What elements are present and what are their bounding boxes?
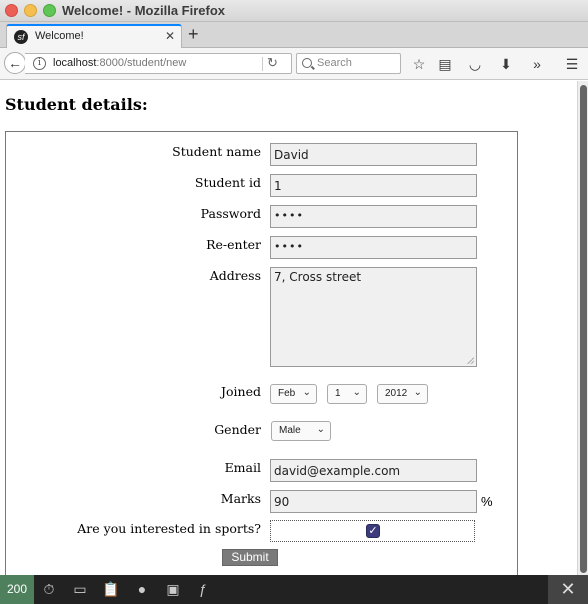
reading-list-icon[interactable]: ▤ xyxy=(436,55,454,73)
address-value: 7, Cross street xyxy=(274,270,362,284)
window-title: Welcome! - Mozilla Firefox xyxy=(62,3,226,18)
search-input[interactable]: Search xyxy=(296,53,401,74)
page-scrollbar[interactable] xyxy=(577,81,588,575)
resize-grip-icon[interactable] xyxy=(467,357,474,364)
student-name-input[interactable]: David xyxy=(270,143,477,166)
sports-checkbox-container[interactable]: ✓ xyxy=(270,520,475,542)
chevron-down-icon: ⌄ xyxy=(413,387,422,398)
info-icon[interactable]: i xyxy=(33,57,46,70)
student-form: Student name David Student id 1 Password… xyxy=(5,131,518,575)
search-placeholder: Search xyxy=(317,57,352,69)
tab-welcome[interactable]: sf Welcome! ✕ xyxy=(6,24,182,49)
status-code-badge[interactable]: 200 xyxy=(0,575,34,604)
memory-icon[interactable]: ▭ xyxy=(71,580,89,598)
url-divider xyxy=(262,57,263,71)
password-input[interactable]: •••• xyxy=(270,205,477,228)
clipboard-icon[interactable]: 📋 xyxy=(102,580,120,598)
window-minimize-button[interactable] xyxy=(24,4,37,17)
checkmark-icon: ✓ xyxy=(368,525,378,537)
timer-icon[interactable]: ⏱ xyxy=(40,580,58,598)
bookmark-star-icon[interactable]: ☆ xyxy=(410,55,428,73)
reload-icon[interactable]: ↻ xyxy=(267,55,278,71)
download-icon[interactable]: ⬇ xyxy=(497,55,515,73)
email-input[interactable]: david@example.com xyxy=(270,459,477,482)
student-id-label: Student id xyxy=(194,175,261,190)
overflow-chevron-icon[interactable]: » xyxy=(528,55,546,73)
tab-close-icon[interactable]: ✕ xyxy=(165,29,175,43)
back-button[interactable]: ← xyxy=(4,52,26,74)
symfony-favicon-icon: sf xyxy=(14,30,28,44)
marks-label: Marks xyxy=(220,491,261,506)
tab-strip: sf Welcome! ✕ + xyxy=(0,22,588,49)
page-content: Student details: Student name David Stud… xyxy=(0,81,577,575)
user-icon[interactable]: ● xyxy=(133,580,151,598)
chevron-down-icon: ⌄ xyxy=(352,387,361,398)
marks-unit: % xyxy=(481,494,493,509)
window-titlebar: Welcome! - Mozilla Firefox xyxy=(0,0,588,22)
sports-checkbox[interactable]: ✓ xyxy=(366,524,380,538)
tab-title: Welcome! xyxy=(35,30,84,42)
url-bar[interactable]: i localhost:8000/student/new ↻ xyxy=(25,53,292,74)
gender-select[interactable]: Male ⌄ xyxy=(271,421,331,441)
joined-day-select[interactable]: 1 ⌄ xyxy=(327,384,367,404)
address-textarea[interactable]: 7, Cross street xyxy=(270,267,477,367)
close-icon[interactable]: ✕ xyxy=(548,575,588,604)
page-title: Student details: xyxy=(5,95,148,114)
window-maximize-button[interactable] xyxy=(43,4,56,17)
gender-label: Gender xyxy=(214,422,261,437)
student-name-label: Student name xyxy=(172,144,261,159)
password-label: Password xyxy=(200,206,261,221)
submit-button[interactable]: Submit xyxy=(222,549,278,566)
window-icon[interactable]: ▣ xyxy=(164,580,182,598)
sports-label: Are you interested in sports? xyxy=(77,521,261,536)
new-tab-button[interactable]: + xyxy=(188,24,199,45)
joined-label: Joined xyxy=(221,384,261,399)
joined-month-select[interactable]: Feb ⌄ xyxy=(270,384,317,404)
hamburger-menu-icon[interactable]: ☰ xyxy=(563,55,581,73)
student-id-input[interactable]: 1 xyxy=(270,174,477,197)
debug-toolbar: 200 ⏱ ▭ 📋 ● ▣ ƒ ✕ xyxy=(0,575,588,604)
marks-input[interactable]: 90 xyxy=(270,490,477,513)
pocket-icon[interactable]: ◡ xyxy=(466,55,484,73)
reenter-password-input[interactable]: •••• xyxy=(270,236,477,259)
navigation-toolbar: ← i localhost:8000/student/new ↻ Search … xyxy=(0,48,588,80)
chevron-down-icon: ⌄ xyxy=(302,387,311,398)
symfony-logo-icon[interactable]: ƒ xyxy=(194,580,212,598)
search-icon xyxy=(302,58,312,68)
reenter-label: Re-enter xyxy=(206,237,261,252)
scrollbar-thumb[interactable] xyxy=(580,85,587,573)
window-close-button[interactable] xyxy=(5,4,18,17)
email-label: Email xyxy=(224,460,261,475)
chevron-down-icon: ⌄ xyxy=(316,424,325,435)
address-label: Address xyxy=(209,268,261,283)
url-text: localhost:8000/student/new xyxy=(53,57,187,69)
joined-year-select[interactable]: 2012 ⌄ xyxy=(377,384,428,404)
